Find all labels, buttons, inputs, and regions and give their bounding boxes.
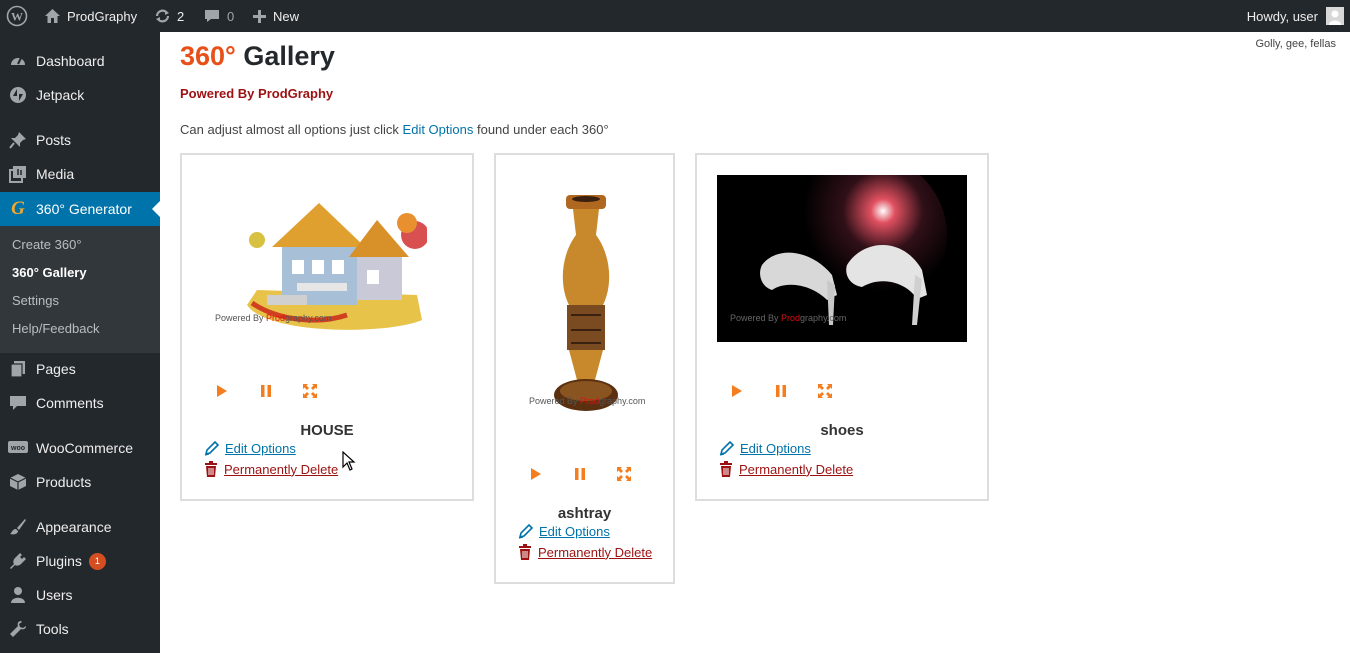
avatar xyxy=(1326,7,1344,25)
user-icon xyxy=(0,586,36,604)
fullscreen-icon xyxy=(303,384,317,398)
generator-submenu: Create 360° 360° Gallery Settings Help/F… xyxy=(0,226,160,353)
menu-360-generator[interactable]: G 360° Generator xyxy=(0,192,160,226)
play-button[interactable] xyxy=(214,383,230,399)
page-title: 360° Gallery xyxy=(180,41,335,71)
comments-count: 0 xyxy=(227,8,235,24)
gallery-card-house: Powered By Prodgraphy.com HOUSE Edit Opt… xyxy=(180,153,474,501)
pencil-icon xyxy=(204,441,219,456)
site-name-link[interactable]: ProdGraphy xyxy=(44,0,137,32)
ashtray-watermark: Powered By Prodgraphy.com xyxy=(529,396,646,406)
permanently-delete-link[interactable]: Permanently Delete xyxy=(518,544,652,560)
edit-options-link[interactable]: Edit Options xyxy=(518,524,610,539)
menu-products[interactable]: Products xyxy=(0,465,160,499)
fullscreen-button[interactable] xyxy=(817,383,833,399)
woo-icon: woo xyxy=(0,441,36,455)
permanently-delete-link[interactable]: Permanently Delete xyxy=(719,461,853,477)
howdy-text: Howdy, user xyxy=(1246,8,1318,24)
intro-edit-options-link[interactable]: Edit Options xyxy=(403,122,474,137)
comment-icon xyxy=(0,394,36,412)
pause-icon xyxy=(575,468,585,480)
refresh-icon xyxy=(154,8,171,24)
media-icon xyxy=(0,165,36,183)
admin-menu: Dashboard Jetpack Posts Media G 360° Gen… xyxy=(0,32,160,653)
pause-button[interactable] xyxy=(572,466,588,482)
generator-icon: G xyxy=(11,198,25,219)
new-content-link[interactable]: New xyxy=(252,0,299,32)
plus-icon xyxy=(252,9,267,24)
svg-text:woo: woo xyxy=(10,445,25,452)
trash-icon xyxy=(205,461,217,477)
shoes-watermark: Powered By Prodgraphy.com xyxy=(730,313,847,323)
pin-icon xyxy=(0,131,36,149)
fullscreen-icon xyxy=(617,467,631,481)
menu-appearance[interactable]: Appearance xyxy=(0,510,160,544)
fullscreen-button[interactable] xyxy=(616,466,632,482)
submenu-create-360[interactable]: Create 360° xyxy=(12,237,82,252)
submenu-360-gallery[interactable]: 360° Gallery xyxy=(12,265,87,280)
plugin-icon xyxy=(0,552,36,570)
site-name: ProdGraphy xyxy=(67,8,138,24)
play-button[interactable] xyxy=(729,383,745,399)
updates-link[interactable]: 2 xyxy=(154,0,184,32)
my-account-link[interactable]: Howdy, user xyxy=(1247,0,1344,32)
ashtray-360-viewer[interactable] xyxy=(541,195,631,415)
house-watermark: Powered By Prodgraphy.com xyxy=(215,313,332,323)
hello-dolly-text: Golly, gee, fellas xyxy=(1255,38,1336,50)
fullscreen-button[interactable] xyxy=(302,383,318,399)
menu-posts[interactable]: Posts xyxy=(0,123,160,157)
svg-text:W: W xyxy=(11,10,23,24)
edit-options-link[interactable]: Edit Options xyxy=(204,441,296,456)
dashboard-icon xyxy=(0,52,36,70)
mouse-cursor-icon xyxy=(342,451,356,471)
edit-options-link[interactable]: Edit Options xyxy=(719,441,811,456)
submenu-settings[interactable]: Settings xyxy=(12,293,59,308)
plugins-update-badge: 1 xyxy=(88,552,106,570)
play-icon xyxy=(217,385,227,397)
menu-dashboard[interactable]: Dashboard xyxy=(0,44,160,78)
brush-icon xyxy=(0,518,36,536)
pencil-icon xyxy=(719,441,734,456)
fullscreen-icon xyxy=(818,384,832,398)
pause-icon xyxy=(776,385,786,397)
play-icon xyxy=(732,385,742,397)
powered-by-text: Powered By ProdGraphy xyxy=(180,86,334,101)
box-icon xyxy=(0,473,36,491)
wordpress-logo-icon[interactable]: W xyxy=(6,0,28,32)
home-icon xyxy=(44,8,61,24)
item-title: HOUSE xyxy=(300,422,354,439)
updates-count: 2 xyxy=(177,8,185,24)
current-menu-arrow xyxy=(152,201,160,217)
play-icon xyxy=(531,468,541,480)
menu-jetpack[interactable]: Jetpack xyxy=(0,78,160,112)
menu-media[interactable]: Media xyxy=(0,157,160,191)
menu-comments[interactable]: Comments xyxy=(0,386,160,420)
new-label: New xyxy=(273,8,300,24)
pause-button[interactable] xyxy=(258,383,274,399)
pages-icon xyxy=(0,360,36,378)
pause-icon xyxy=(261,385,271,397)
menu-plugins[interactable]: Plugins 1 xyxy=(0,544,160,578)
item-title: ashtray xyxy=(557,505,612,522)
jetpack-icon xyxy=(0,86,36,104)
menu-pages[interactable]: Pages xyxy=(0,352,160,386)
pencil-icon xyxy=(518,524,533,539)
trash-icon xyxy=(519,544,531,560)
permanently-delete-link[interactable]: Permanently Delete xyxy=(204,461,338,477)
comment-bubble-icon xyxy=(204,8,221,24)
item-title: shoes xyxy=(820,422,864,439)
pause-button[interactable] xyxy=(773,383,789,399)
submenu-help-feedback[interactable]: Help/Feedback xyxy=(12,321,99,336)
menu-users[interactable]: Users xyxy=(0,578,160,612)
play-button[interactable] xyxy=(528,466,544,482)
gallery-card-shoes: Powered By Prodgraphy.com shoes Edit Opt… xyxy=(695,153,989,501)
intro-text: Can adjust almost all options just click… xyxy=(180,122,609,137)
admin-bar: W ProdGraphy 2 0 New Howdy, user xyxy=(0,0,1350,32)
wrench-icon xyxy=(0,620,36,638)
gallery-card-ashtray: Powered By Prodgraphy.com ashtray Edit O… xyxy=(494,153,675,584)
menu-woocommerce[interactable]: woo WooCommerce xyxy=(0,431,160,465)
menu-tools[interactable]: Tools xyxy=(0,612,160,646)
comments-link[interactable]: 0 xyxy=(204,0,234,32)
trash-icon xyxy=(720,461,732,477)
